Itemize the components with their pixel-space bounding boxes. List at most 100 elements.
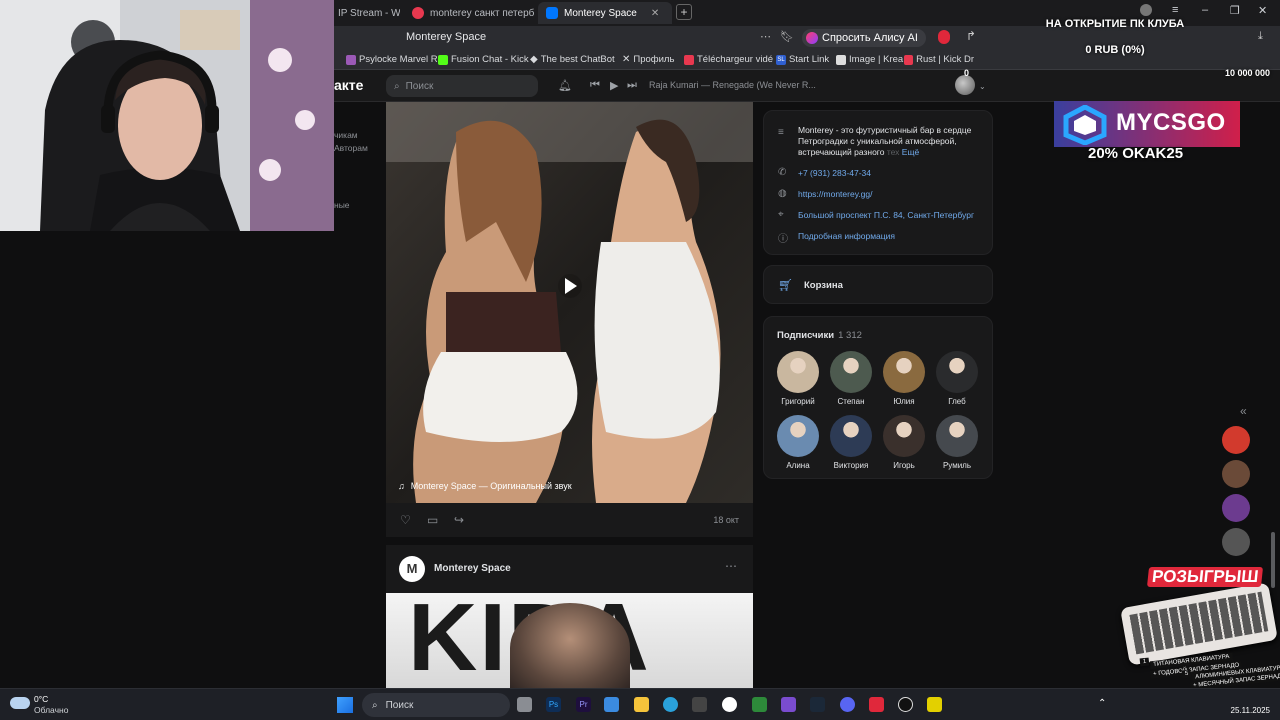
bookmark-downloader[interactable]: Téléchargeur vidé bbox=[684, 54, 773, 65]
task-view-icon[interactable] bbox=[517, 697, 532, 712]
details-link[interactable]: Подробная информация bbox=[798, 231, 895, 242]
microphone-icon[interactable] bbox=[938, 30, 950, 44]
diamond-icon: ◆ bbox=[530, 54, 538, 65]
next-track-icon[interactable]: ⏭ bbox=[627, 79, 637, 92]
subscriber-item[interactable]: Григорий bbox=[772, 351, 824, 406]
close-window-icon[interactable]: ✕ bbox=[1258, 4, 1267, 17]
left-menu-item-subscribers[interactable]: чикам bbox=[334, 130, 358, 140]
search-icon: ⌕ bbox=[372, 699, 378, 711]
description-lines-icon: ≡ bbox=[778, 127, 784, 138]
minimize-icon[interactable]: – bbox=[1202, 4, 1208, 16]
subscriber-avatar bbox=[936, 415, 978, 457]
comment-icon[interactable]: ▭ bbox=[427, 513, 438, 527]
ask-alisa-button[interactable]: Спросить Алису AI bbox=[802, 29, 926, 47]
tab-monterey-search[interactable]: monterey санкт петербург bbox=[404, 2, 534, 24]
tab-monterey-space[interactable]: Monterey Space ✕ bbox=[538, 2, 672, 24]
like-heart-icon[interactable]: ♡ bbox=[400, 513, 411, 527]
chevron-down-icon[interactable]: ⌄ bbox=[979, 82, 986, 91]
post-more-icon[interactable]: ⋯ bbox=[725, 559, 737, 573]
bookmark-krea[interactable]: Image | Krea bbox=[836, 54, 903, 65]
phone-link[interactable]: +7 (931) 283-47-34 bbox=[798, 168, 871, 179]
bookmark-start-link[interactable]: SL Start Link bbox=[776, 54, 829, 65]
dock-item-avatar[interactable] bbox=[1222, 426, 1250, 454]
discord-icon[interactable] bbox=[840, 697, 855, 712]
subscriber-item[interactable]: Румиль bbox=[931, 415, 983, 470]
community-logo[interactable]: M bbox=[399, 556, 425, 582]
share-icon[interactable]: ↱ bbox=[966, 29, 976, 43]
location-pin-icon: ⌖ bbox=[778, 209, 784, 220]
subscriber-item[interactable]: Степан bbox=[825, 351, 877, 406]
bookmark-chatbot[interactable]: ◆ The best ChatBot bbox=[530, 54, 615, 65]
telegram-icon[interactable] bbox=[663, 697, 678, 712]
share-arrow-icon[interactable]: ↪ bbox=[454, 513, 464, 527]
left-menu-item-more[interactable]: ные bbox=[334, 200, 350, 210]
description-more-link[interactable]: Ещё bbox=[902, 147, 919, 157]
menu-icon[interactable]: ≡ bbox=[1172, 4, 1178, 16]
dock-item-avatar[interactable] bbox=[1222, 460, 1250, 488]
photoshop-icon[interactable]: Ps bbox=[546, 697, 561, 712]
download-icon[interactable]: ⤓ bbox=[1258, 30, 1263, 43]
subscribers-count: 1 312 bbox=[838, 330, 862, 341]
taskbar-search[interactable]: ⌕ Поиск bbox=[362, 693, 510, 717]
app-icon[interactable] bbox=[781, 697, 796, 712]
cart-card[interactable]: 🛒︎ Корзина bbox=[763, 265, 993, 304]
bookmark-label: Профиль bbox=[633, 54, 675, 65]
premiere-icon[interactable]: Pr bbox=[576, 697, 591, 712]
weather-description[interactable]: Облачно bbox=[34, 705, 68, 715]
weather-temperature[interactable]: 0°C bbox=[34, 694, 48, 704]
subscriber-item[interactable]: Игорь bbox=[878, 415, 930, 470]
taskbar-date[interactable]: 25.11.2025 bbox=[1231, 706, 1270, 715]
dock-item-avatar[interactable] bbox=[1222, 528, 1250, 556]
collapse-dock-icon[interactable]: « bbox=[1240, 404, 1247, 418]
more-icon[interactable]: ⋯ bbox=[760, 30, 771, 43]
store-icon[interactable] bbox=[604, 697, 619, 712]
notifications-bell-icon[interactable]: 🔔︎ bbox=[558, 79, 572, 92]
bookmark-favicon-icon bbox=[346, 54, 356, 65]
globe-icon: ◍ bbox=[778, 188, 787, 199]
new-tab-button[interactable]: + bbox=[676, 4, 692, 20]
tray-chevron-icon[interactable]: ⌃ bbox=[1098, 698, 1106, 709]
maximize-icon[interactable]: ❐ bbox=[1230, 4, 1240, 17]
vk-logo[interactable]: акте bbox=[334, 77, 363, 93]
address-title[interactable]: Monterey Space bbox=[406, 31, 486, 43]
post-author[interactable]: Monterey Space bbox=[434, 563, 511, 574]
steam-icon[interactable] bbox=[810, 697, 825, 712]
post-2-image[interactable]: KIDA bbox=[386, 593, 753, 688]
now-playing-track[interactable]: Raja Kumari — Renegade (We Never R... bbox=[649, 80, 816, 90]
user-avatar[interactable] bbox=[955, 75, 975, 95]
bookmark-profile[interactable]: ✕ Профиль bbox=[622, 54, 674, 65]
app-icon[interactable] bbox=[927, 697, 942, 712]
file-explorer-icon[interactable] bbox=[634, 697, 649, 712]
close-tab-icon[interactable]: ✕ bbox=[651, 8, 659, 19]
post-video[interactable]: ♫ Monterey Space — Оригинальный звук bbox=[386, 102, 753, 503]
bookmark-icon[interactable]: 🔖︎ bbox=[780, 30, 794, 43]
xbox-icon[interactable] bbox=[752, 697, 767, 712]
bookmark-rust-kick[interactable]: Rust | Kick Dr bbox=[904, 54, 974, 65]
post-audio-label[interactable]: ♫ Monterey Space — Оригинальный звук bbox=[398, 481, 572, 491]
subscribers-title[interactable]: Подписчики 1 312 bbox=[777, 330, 862, 341]
subscriber-item[interactable]: Виктория bbox=[825, 415, 877, 470]
subscriber-item[interactable]: Алина bbox=[772, 415, 824, 470]
obs-icon[interactable] bbox=[898, 697, 913, 712]
subscriber-item[interactable]: Глеб bbox=[931, 351, 983, 406]
address-link[interactable]: Большой проспект П.С. 84, Санкт-Петербур… bbox=[798, 210, 974, 221]
app-icon[interactable] bbox=[692, 697, 707, 712]
tab-ip-stream[interactable]: IP Stream - Wat bbox=[330, 2, 400, 24]
bookmark-psylocke[interactable]: Psylocke Marvel R bbox=[346, 54, 438, 65]
profile-icon[interactable] bbox=[1140, 4, 1152, 16]
bookmark-label: Psylocke Marvel R bbox=[359, 54, 438, 65]
play-icon[interactable]: ▶ bbox=[610, 79, 618, 92]
vk-search-input[interactable]: ⌕ Поиск bbox=[386, 75, 538, 97]
website-link[interactable]: https://monterey.gg/ bbox=[798, 189, 873, 200]
windows-start-icon[interactable] bbox=[337, 697, 353, 713]
dock-item-avatar[interactable] bbox=[1222, 494, 1250, 522]
bookmark-label: Téléchargeur vidé bbox=[697, 54, 774, 65]
subscribers-title-text: Подписчики bbox=[777, 330, 835, 341]
subscriber-name: Юлия bbox=[893, 397, 915, 406]
subscriber-item[interactable]: Юлия bbox=[878, 351, 930, 406]
bookmark-fusion-chat[interactable]: Fusion Chat - Kick bbox=[438, 54, 529, 65]
app-icon[interactable] bbox=[869, 697, 884, 712]
yandex-browser-icon[interactable] bbox=[722, 697, 737, 712]
left-menu-item-authors[interactable]: Авторам bbox=[334, 143, 368, 153]
previous-track-icon[interactable]: ⏮ bbox=[590, 79, 600, 92]
